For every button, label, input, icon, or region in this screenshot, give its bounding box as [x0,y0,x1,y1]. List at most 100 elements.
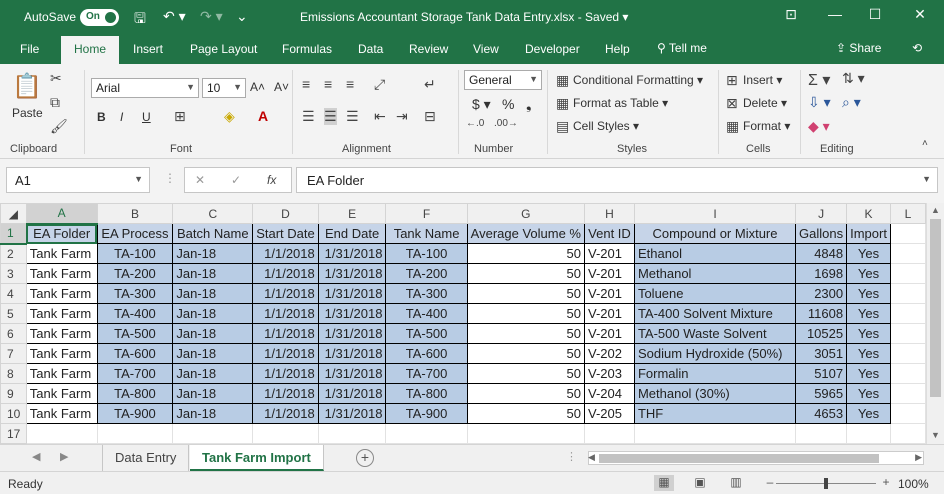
vertical-scrollbar[interactable]: ▲ ▼ [926,203,944,444]
cell-import[interactable]: Yes [846,283,891,304]
expand-formula-icon[interactable]: ▼ [922,174,931,184]
cell-gallons[interactable]: 2300 [795,283,848,304]
cell-ea-folder[interactable]: Tank Farm [25,383,98,404]
cell-compound[interactable]: TA-400 Solvent Mixture [633,303,797,324]
column-header-c[interactable]: C [172,203,254,224]
cell-vent-id[interactable]: V-201 [584,303,635,324]
increase-decimal-icon[interactable]: ←.0 [466,118,484,129]
column-header-k[interactable]: K [846,203,891,224]
empty-cell[interactable] [584,423,635,444]
empty-cell[interactable] [795,423,848,444]
cell-ea-folder[interactable]: Tank Farm [25,363,98,384]
page-layout-view-icon[interactable]: ▣ [690,475,710,491]
tab-home[interactable]: Home [61,36,120,64]
row-header[interactable]: 9 [0,383,27,404]
cell-batch-name[interactable]: Jan-18 [172,283,254,304]
cell-gallons[interactable]: 11608 [795,303,848,324]
header-cell[interactable]: EA Folder [25,223,98,244]
tell-me-search[interactable]: ⚲ Tell me [657,41,707,55]
empty-cell[interactable] [889,323,926,344]
cell-tank-name[interactable]: TA-500 [385,323,468,344]
row-header[interactable]: 8 [0,363,27,384]
font-family-select[interactable]: Arial ▼ [91,78,199,98]
cell-gallons[interactable]: 4848 [795,243,848,264]
cell-compound[interactable]: Toluene [633,283,797,304]
scroll-left-icon[interactable]: ◀ [588,452,595,463]
cell-start-date[interactable]: 1/1/2018 [252,243,319,264]
header-cell[interactable]: EA Process [96,223,174,244]
empty-cell[interactable] [25,423,98,444]
cell-vent-id[interactable]: V-202 [584,343,635,364]
column-header-b[interactable]: B [96,203,174,224]
row-header[interactable]: 6 [0,323,27,344]
cell-ea-folder[interactable]: Tank Farm [25,303,98,324]
row-header[interactable]: 5 [0,303,27,324]
format-painter-icon[interactable]: 🖌 [50,118,68,135]
cell-gallons[interactable]: 10525 [795,323,848,344]
cell-compound[interactable]: TA-500 Waste Solvent [633,323,797,344]
normal-view-icon[interactable]: ▦ [654,475,674,491]
cell-vent-id[interactable]: V-204 [584,383,635,404]
cell-average-volume[interactable]: 50 [466,343,586,364]
cell-tank-name[interactable]: TA-700 [385,363,468,384]
name-box[interactable]: A1 ▼ [6,167,150,193]
cell-ea-folder[interactable]: Tank Farm [25,323,98,344]
fill-icon[interactable]: ⇩ ▾ [808,94,831,111]
cell-batch-name[interactable]: Jan-18 [172,263,254,284]
insert-cells-button[interactable]: Insert ▾ [743,73,782,87]
cell-vent-id[interactable]: V-201 [584,263,635,284]
empty-cell[interactable] [889,363,926,384]
copy-icon[interactable]: ⧉ [50,94,60,111]
empty-cell[interactable] [172,423,254,444]
scroll-thumb[interactable] [599,454,879,463]
formula-bar-handle-icon[interactable]: ⋮ [164,171,176,185]
header-cell[interactable]: Batch Name [172,223,254,244]
cell-import[interactable]: Yes [846,243,891,264]
header-cell[interactable]: Import [846,223,891,244]
align-left-icon[interactable]: ☰ [302,108,315,125]
redo-icon[interactable]: ↷ ▾ [200,8,223,25]
empty-cell[interactable] [889,403,926,424]
cell-ea-process[interactable]: TA-200 [96,263,174,284]
percent-button[interactable]: % [502,96,514,112]
column-header-i[interactable]: I [633,203,797,224]
cell-batch-name[interactable]: Jan-18 [172,363,254,384]
cell-start-date[interactable]: 1/1/2018 [252,403,319,424]
tab-developer[interactable]: Developer [525,42,580,56]
empty-cell[interactable] [252,423,319,444]
cell-compound[interactable]: Methanol [633,263,797,284]
empty-cell[interactable] [889,343,926,364]
autosum-icon[interactable]: Σ ▾ [808,70,830,90]
cell-ea-process[interactable]: TA-700 [96,363,174,384]
customize-qat-icon[interactable]: ⌄ [236,8,248,25]
cell-ea-folder[interactable]: Tank Farm [25,343,98,364]
cell-start-date[interactable]: 1/1/2018 [252,363,319,384]
cell-start-date[interactable]: 1/1/2018 [252,383,319,404]
cell-compound[interactable]: THF [633,403,797,424]
borders-icon[interactable]: ⊞ [174,108,186,125]
cell-end-date[interactable]: 1/31/2018 [317,263,387,284]
cell-batch-name[interactable]: Jan-18 [172,323,254,344]
empty-cell[interactable] [633,423,797,444]
decrease-decimal-icon[interactable]: .00→ [494,118,518,129]
enter-icon[interactable]: ✓ [231,173,241,187]
document-title[interactable]: Emissions Accountant Storage Tank Data E… [300,10,628,24]
comma-button[interactable]: ❟ [526,96,532,113]
cell-tank-name[interactable]: TA-200 [385,263,468,284]
next-sheet-icon[interactable]: ▶ [60,450,68,463]
insert-function-icon[interactable]: fx [267,173,276,187]
scroll-right-icon[interactable]: ▶ [915,452,922,463]
merge-center-icon[interactable]: ⊟ [424,108,436,125]
row-header[interactable]: 4 [0,283,27,304]
tab-view[interactable]: View [473,42,499,56]
column-header-d[interactable]: D [252,203,319,224]
cell-start-date[interactable]: 1/1/2018 [252,323,319,344]
zoom-level[interactable]: 100% [898,477,929,491]
align-right-icon[interactable]: ☰ [346,108,359,125]
cell-start-date[interactable]: 1/1/2018 [252,303,319,324]
cell-gallons[interactable]: 5965 [795,383,848,404]
header-cell[interactable]: Vent ID [584,223,635,244]
tab-file[interactable]: File [20,42,39,56]
find-select-icon[interactable]: ⌕ ▾ [842,94,861,111]
delete-cells-button[interactable]: Delete ▾ [743,96,787,110]
